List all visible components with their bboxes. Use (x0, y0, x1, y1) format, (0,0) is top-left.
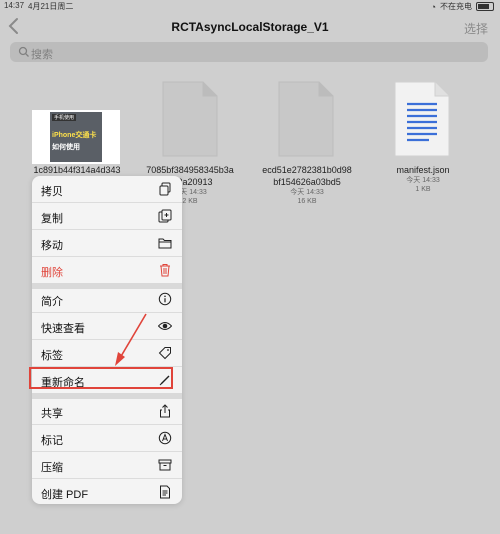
file-thumbnail-image[interactable]: 手机使用 iPhone交通卡 如何使用 (32, 110, 120, 164)
file-date: 今天 14:33 (290, 189, 324, 196)
search-placeholder: 搜索 (31, 49, 53, 61)
thumbnail-line2: 如何使用 (52, 144, 80, 151)
menu-item-label: 复制 (41, 213, 63, 225)
menu-item-tags[interactable]: 标签 (32, 340, 182, 366)
pdf-document-icon (160, 485, 170, 499)
thumbnail-tag: 手机使用 (52, 114, 77, 121)
battery-icon (476, 2, 494, 11)
menu-item-label: 简介 (41, 296, 63, 308)
document-icon[interactable] (161, 80, 219, 158)
menu-item-label: 删除 (41, 267, 63, 279)
duplicate-icon (158, 209, 172, 223)
menu-item-label: 创建 PDF (41, 489, 89, 501)
menu-item-compress[interactable]: 压缩 (32, 452, 182, 478)
select-button[interactable]: 选择 (464, 20, 488, 37)
markup-icon (158, 431, 172, 445)
menu-item-create-pdf[interactable]: 创建 PDF (32, 479, 182, 504)
menu-item-move[interactable]: 移动 (32, 230, 182, 256)
file-size: 16 KB (297, 198, 317, 205)
tag-icon (158, 347, 171, 360)
menu-item-quicklook[interactable]: 快速查看 (32, 313, 182, 339)
menu-item-label: 移动 (41, 240, 63, 252)
file-size: 1 KB (415, 186, 431, 193)
file-name: manifest.json (396, 165, 450, 175)
file-item-1[interactable]: 1c891b44f314a4d343 (22, 164, 132, 176)
search-bar[interactable]: 搜索 (10, 42, 488, 62)
rename-highlight-box (29, 367, 173, 389)
thumbnail-line1: iPhone交通卡 (52, 132, 97, 139)
file-date: 今天 14:33 (406, 177, 440, 184)
menu-item-label: 标记 (41, 435, 63, 447)
annotation-arrow-icon (115, 313, 147, 366)
menu-item-label: 拷贝 (41, 186, 63, 198)
page-title: RCTAsyncLocalStorage_V1 (171, 20, 329, 34)
menu-item-share[interactable]: 共享 (32, 398, 182, 424)
menu-item-markup[interactable]: 标记 (32, 425, 182, 451)
thumbnail-preview: 手机使用 iPhone交通卡 如何使用 (50, 112, 102, 162)
menu-item-delete[interactable]: 删除 (32, 257, 182, 283)
menu-item-label: 共享 (41, 408, 63, 420)
file-name-line1: 7085bf384958345b3a (146, 165, 234, 175)
status-bar: 14:37 4月21日周二 ◔ 不在充电 (0, 0, 500, 12)
file-name-line1: ecd51e2782381b0d98 (262, 165, 352, 175)
menu-item-info[interactable]: 简介 (32, 286, 182, 312)
file-name-line2: bf154626a03bd5 (273, 177, 341, 187)
search-icon (18, 46, 29, 57)
status-date: 4月21日周二 (28, 2, 74, 11)
file-item-4[interactable]: manifest.json 今天 14:33 1 KB (368, 164, 478, 194)
file-name: 1c891b44f314a4d343 (33, 165, 121, 175)
trash-icon (160, 264, 170, 277)
document-icon[interactable] (277, 80, 335, 158)
menu-item-label: 压缩 (41, 462, 63, 474)
copy-icon (159, 182, 171, 196)
text-document-icon[interactable] (393, 80, 451, 158)
charging-status: 不在充电 (440, 2, 472, 11)
wifi-icon: ◔ (430, 1, 436, 12)
menu-item-label: 快速查看 (41, 323, 85, 335)
share-icon (160, 404, 170, 418)
status-time: 14:37 (4, 1, 25, 10)
file-item-3[interactable]: ecd51e2782381b0d98 bf154626a03bd5 今天 14:… (252, 164, 362, 206)
menu-item-copy[interactable]: 拷贝 (32, 176, 182, 202)
folder-icon (158, 238, 172, 249)
eye-icon (158, 322, 172, 330)
info-icon (158, 292, 172, 306)
status-right: ◔ 不在充电 (431, 1, 494, 12)
context-menu: 拷贝 复制 移动 删除 简介 快速查看 标签 重新命名 共享 标记 压缩 创建 … (32, 176, 182, 504)
archive-icon (158, 459, 172, 471)
menu-item-duplicate[interactable]: 复制 (32, 203, 182, 229)
menu-item-label: 标签 (41, 350, 63, 362)
